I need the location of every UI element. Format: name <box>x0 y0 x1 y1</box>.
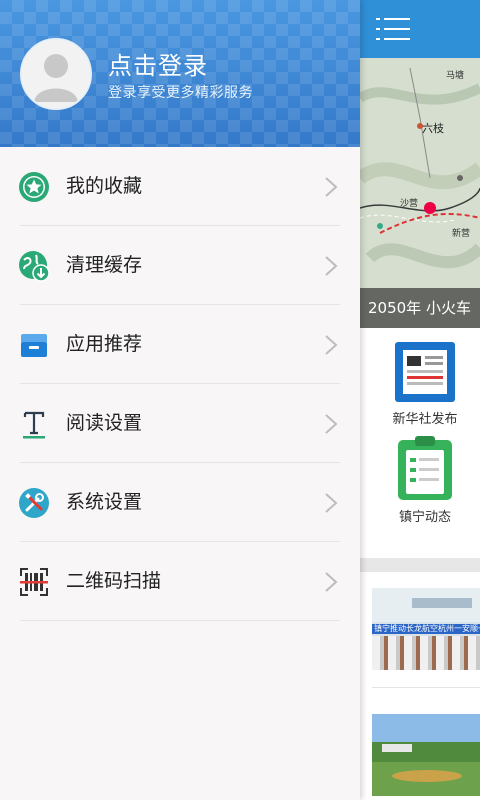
menu-item-app-recommend[interactable]: 应用推荐 <box>0 305 360 384</box>
menu-item-qr-scan[interactable]: 二维码扫描 <box>0 542 360 621</box>
menu-item-clear-cache[interactable]: 清理缓存 <box>0 226 360 305</box>
qr-scan-icon <box>20 568 48 596</box>
clipboard-icon <box>398 436 452 500</box>
news-feed: 镇宁推动长龙航空杭州一安顺一镇江航线 <box>360 572 480 800</box>
map-label: 新营 <box>452 229 471 239</box>
chevron-right-icon <box>325 177 338 197</box>
chevron-right-icon <box>325 256 338 276</box>
menu-item-favorites[interactable]: 我的收藏 <box>0 147 360 226</box>
star-icon <box>19 172 49 202</box>
news-thumbnail[interactable] <box>372 714 480 796</box>
section-divider <box>360 558 480 572</box>
drawer-menu: 我的收藏 清理缓存 应用推荐 阅读设置 系统设置 二维码扫描 <box>0 147 360 621</box>
menu-item-label: 阅读设置 <box>66 412 143 434</box>
menu-divider <box>20 620 340 621</box>
newspaper-icon <box>395 342 455 402</box>
menu-item-system-settings[interactable]: 系统设置 <box>0 463 360 542</box>
quick-item-label: 新华社发布 <box>392 412 458 427</box>
menu-item-reading-settings[interactable]: 阅读设置 <box>0 384 360 463</box>
inbox-tray-icon <box>21 334 47 357</box>
login-subtitle: 登录享受更多精彩服务 <box>108 85 253 101</box>
globe-download-icon <box>19 251 50 282</box>
quick-item-zhenning[interactable]: 镇宁动态 <box>390 436 460 525</box>
quick-entry-panel: 新华社发布 镇宁动态 <box>360 328 480 558</box>
news-thumbnail[interactable]: 镇宁推动长龙航空杭州一安顺一镇江航线 <box>372 588 480 670</box>
drawer-header: 点击登录 登录享受更多精彩服务 <box>0 0 360 147</box>
banner-caption: 2050年 小火车 <box>360 288 480 328</box>
login-title[interactable]: 点击登录 <box>108 46 208 81</box>
menu-item-label: 二维码扫描 <box>66 570 162 592</box>
chevron-right-icon <box>325 493 338 513</box>
user-silhouette-icon <box>22 40 90 108</box>
chevron-right-icon <box>325 335 338 355</box>
menu-icon[interactable] <box>376 16 410 42</box>
news-banner-text: 镇宁推动长龙航空杭州一安顺一镇江航线 <box>374 624 480 633</box>
chevron-right-icon <box>325 414 338 434</box>
menu-item-label: 应用推荐 <box>66 333 143 355</box>
menu-item-label: 我的收藏 <box>66 175 143 197</box>
quick-item-label: 镇宁动态 <box>398 510 451 525</box>
feed-divider <box>372 687 480 688</box>
text-format-icon <box>23 411 45 439</box>
quick-item-xinhua[interactable]: 新华社发布 <box>390 342 460 427</box>
map-label: 六枝 <box>422 122 444 135</box>
navigation-drawer: 点击登录 登录享受更多精彩服务 我的收藏 清理缓存 应用推荐 阅读设置 系统设置… <box>0 0 360 800</box>
chevron-right-icon <box>325 572 338 592</box>
map-label: 马塘 <box>446 71 465 81</box>
avatar[interactable] <box>20 38 92 110</box>
main-content: 马塘 六枝 沙营 新营 2050年 小火车 新华社发布 镇宁动态 镇宁推动长龙航… <box>360 0 480 800</box>
tools-icon <box>19 488 49 518</box>
map-label: 沙营 <box>400 199 419 209</box>
menu-item-label: 系统设置 <box>66 491 143 513</box>
menu-item-label: 清理缓存 <box>66 254 143 276</box>
top-app-bar <box>360 0 480 58</box>
